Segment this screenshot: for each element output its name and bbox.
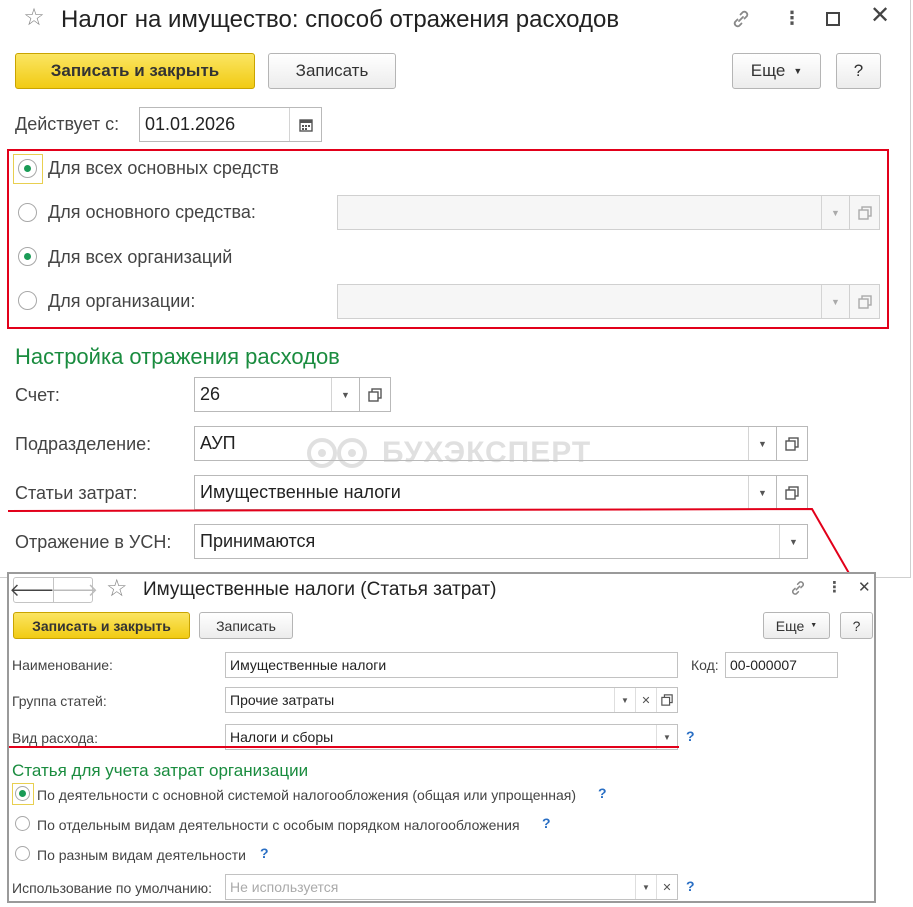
more-actions-icon[interactable]: ⋮ bbox=[827, 578, 842, 596]
radio-various-activities-help-icon[interactable]: ? bbox=[260, 845, 269, 861]
group-select[interactable]: Прочие затраты ▼ ✕ bbox=[225, 687, 678, 713]
clear-icon[interactable]: ✕ bbox=[635, 688, 656, 712]
expense-kind-value: Налоги и сборы bbox=[230, 729, 334, 745]
group-value: Прочие затраты bbox=[230, 692, 335, 708]
nav-button-group: 🡐 🡒 bbox=[9, 577, 98, 603]
chevron-down-icon[interactable]: ▼ bbox=[614, 688, 635, 712]
subwindow-title: Имущественные налоги (Статья затрат) bbox=[143, 579, 497, 600]
sub-save-and-close-button[interactable]: Записать и закрыть bbox=[13, 612, 190, 639]
radio-various-activities[interactable] bbox=[15, 846, 30, 861]
sub-more-button[interactable]: Еще ▼ bbox=[763, 612, 830, 639]
code-input[interactable]: 00-000007 bbox=[725, 652, 838, 678]
favorite-star-icon[interactable]: ☆ bbox=[106, 574, 128, 603]
link-icon[interactable] bbox=[788, 578, 808, 598]
chevron-down-icon[interactable]: ▼ bbox=[635, 875, 656, 899]
expense-kind-label: Вид расхода: bbox=[12, 730, 98, 746]
sub-more-label: Еще bbox=[775, 617, 805, 634]
radio-special-taxation[interactable] bbox=[15, 816, 30, 831]
radio-main-taxation-help-icon[interactable]: ? bbox=[598, 785, 607, 801]
red-underline bbox=[9, 746, 679, 748]
org-cost-section-title: Статья для учета затрат организации bbox=[12, 761, 309, 780]
radio-special-taxation-help-icon[interactable]: ? bbox=[542, 815, 551, 831]
cost-item-subwindow: 🡐 🡒 ☆ Имущественные налоги (Статья затра… bbox=[7, 572, 876, 903]
chevron-down-icon: ▼ bbox=[810, 622, 818, 629]
name-label: Наименование: bbox=[12, 657, 113, 673]
radio-special-taxation-label: По отдельным видам деятельности с особым… bbox=[37, 817, 520, 833]
forward-arrow-icon[interactable]: 🡒 bbox=[50, 578, 98, 602]
default-usage-select[interactable]: Не используется ▼ ✕ bbox=[225, 874, 678, 900]
radio-various-activities-label: По разным видам деятельности bbox=[37, 847, 246, 863]
sub-save-button[interactable]: Записать bbox=[199, 612, 293, 639]
radio-main-taxation-label: По деятельности с основной системой нало… bbox=[37, 787, 577, 803]
expense-kind-help-icon[interactable]: ? bbox=[686, 728, 695, 744]
clear-icon[interactable]: ✕ bbox=[656, 875, 677, 899]
open-form-icon[interactable] bbox=[656, 688, 677, 712]
back-arrow-icon[interactable]: 🡐 bbox=[9, 578, 58, 602]
code-label: Код: bbox=[691, 657, 719, 673]
default-usage-help-icon[interactable]: ? bbox=[686, 878, 695, 894]
close-icon[interactable]: ✕ bbox=[858, 578, 871, 596]
radio-main-taxation[interactable] bbox=[15, 786, 30, 801]
default-usage-label: Использование по умолчанию: bbox=[12, 880, 213, 896]
name-input[interactable]: Имущественные налоги bbox=[225, 652, 678, 678]
sub-help-button[interactable]: ? bbox=[840, 612, 873, 639]
default-usage-placeholder: Не используется bbox=[230, 879, 339, 895]
group-label: Группа статей: bbox=[12, 693, 107, 709]
